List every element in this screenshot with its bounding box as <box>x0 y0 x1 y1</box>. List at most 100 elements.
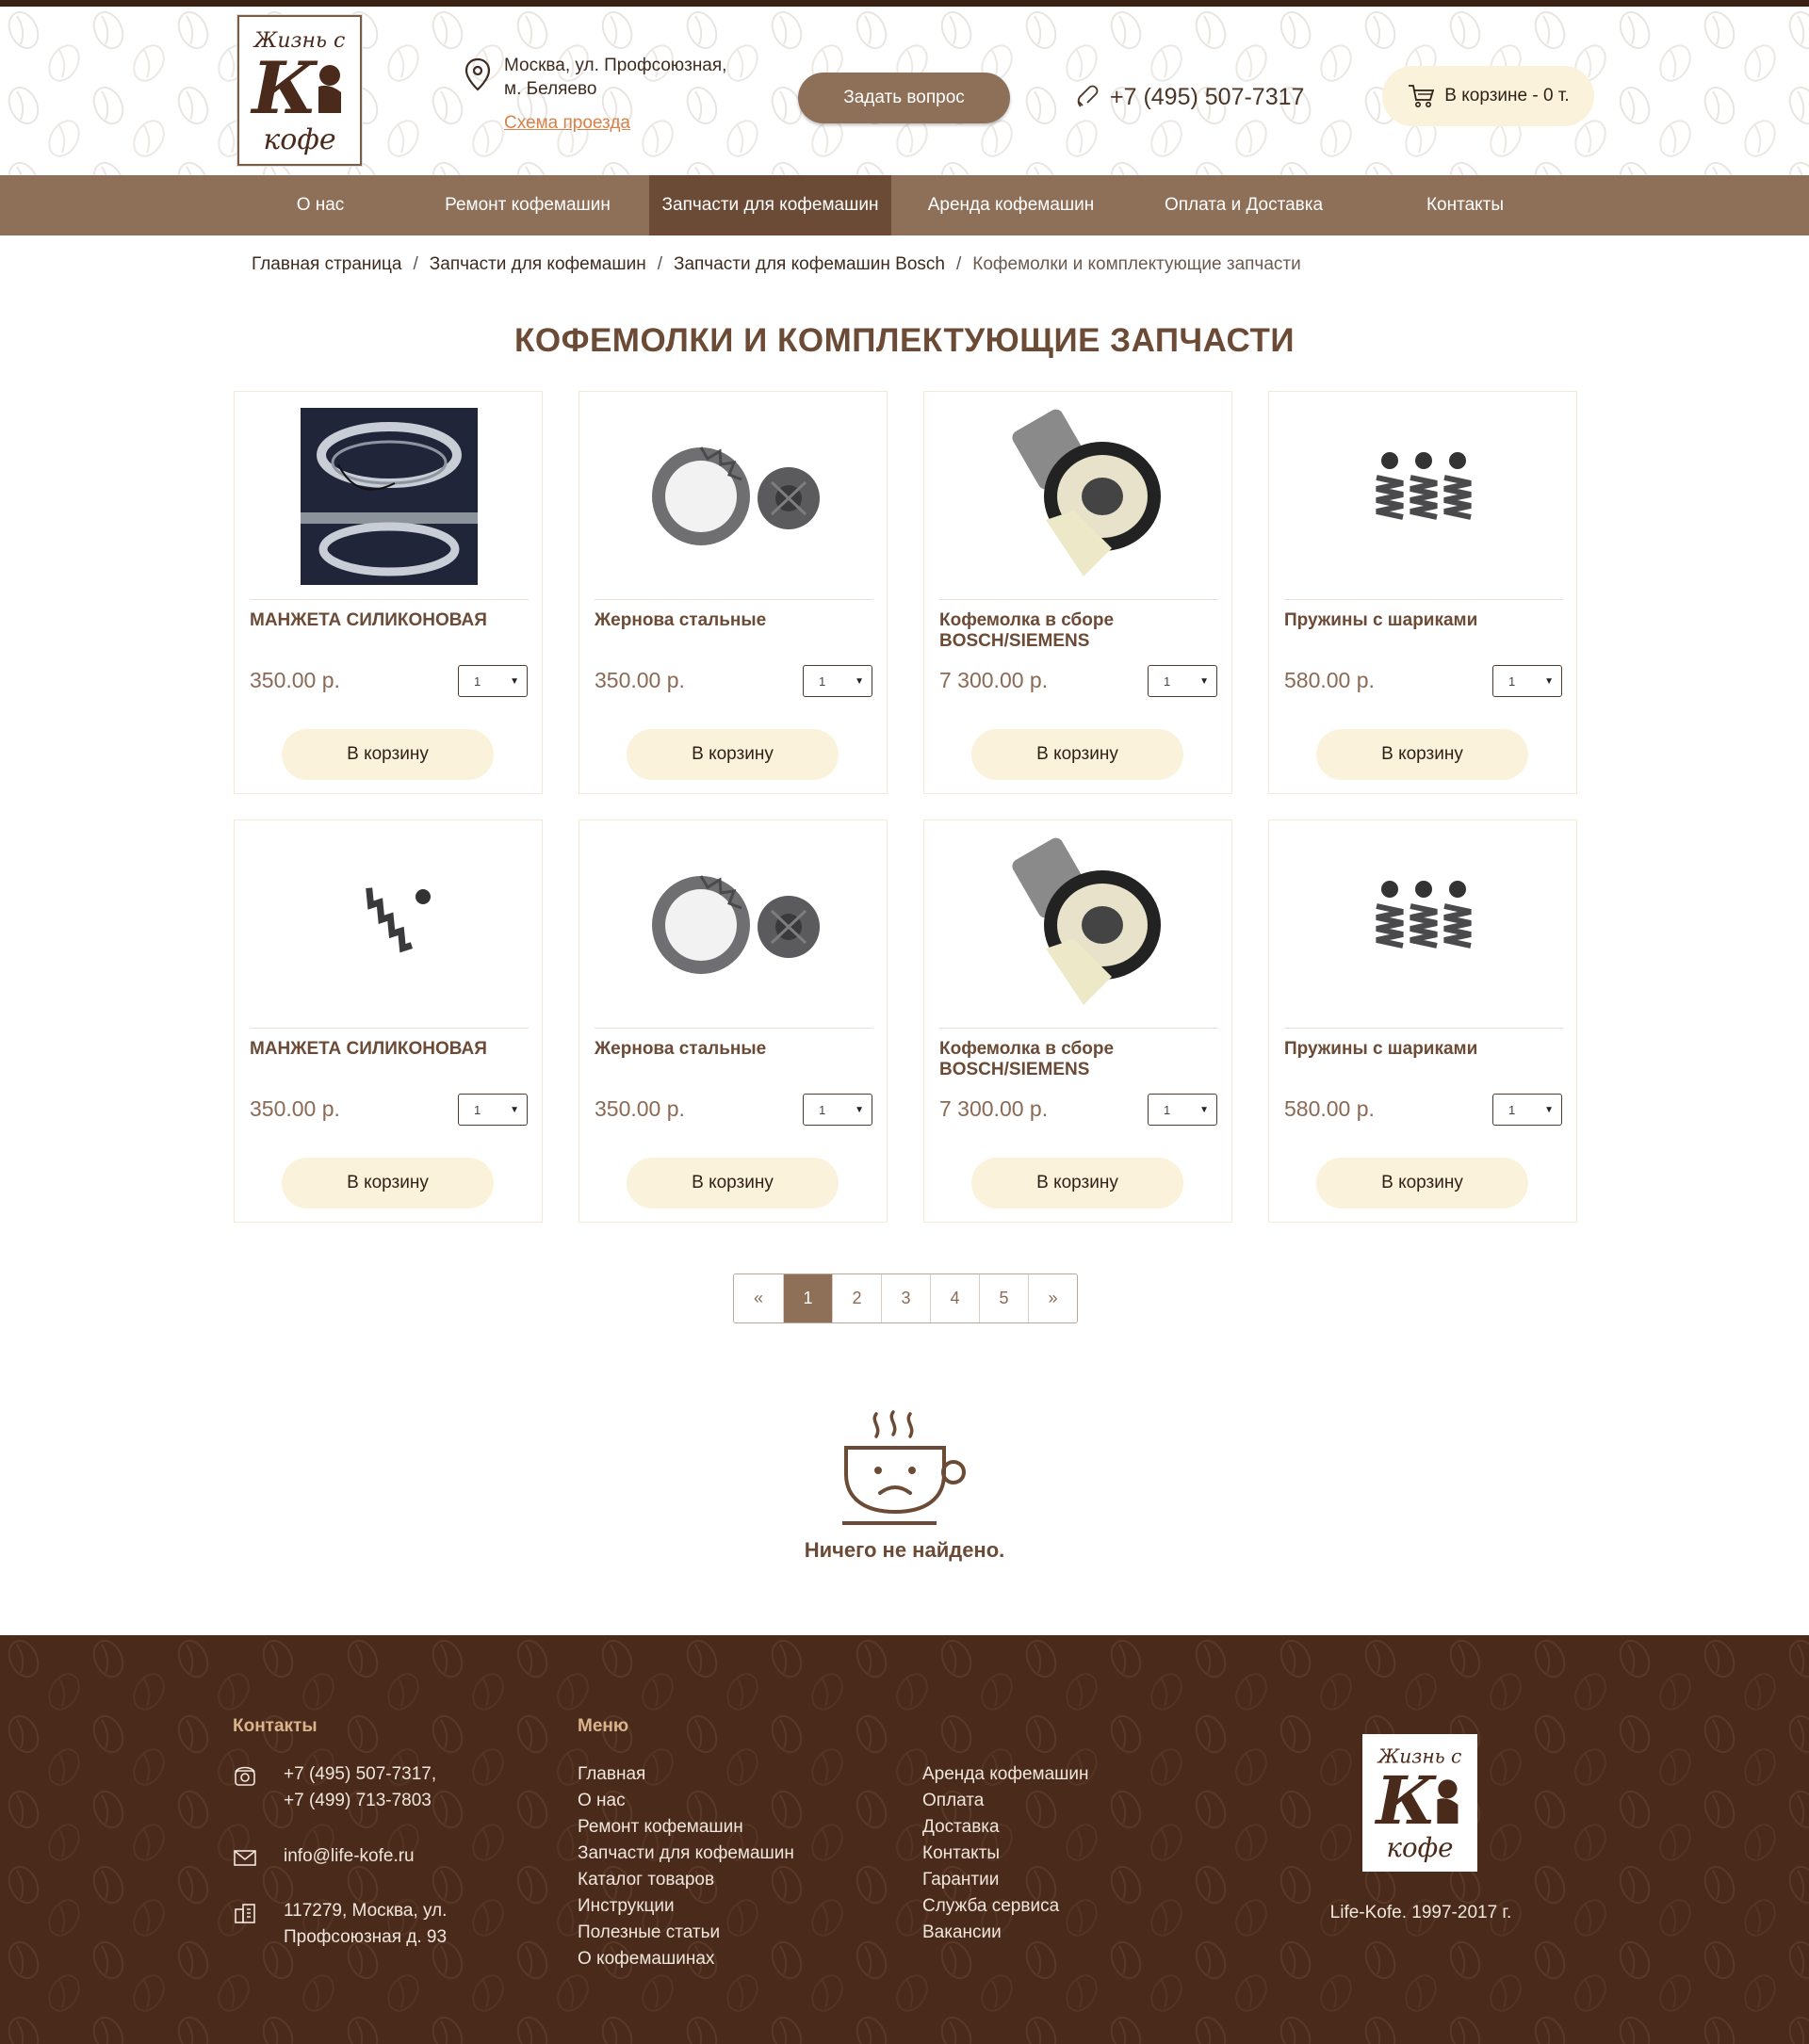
pagination-page-5[interactable]: 5 <box>979 1274 1028 1322</box>
add-to-cart-button[interactable]: В корзину <box>971 729 1183 780</box>
footer-link-service[interactable]: Служба сервиса <box>922 1893 1089 1920</box>
product-name[interactable]: Кофемолка в сборе BOSCH/SIEMENS <box>939 610 1218 652</box>
map-pin-icon <box>464 57 491 91</box>
quantity-select[interactable]: 1 ▼ <box>803 1094 872 1126</box>
quantity-value: 1 <box>1508 673 1516 689</box>
nav-item-rent[interactable]: Аренда кофемашин <box>920 175 1102 235</box>
footer-phone-2[interactable]: +7 (499) 713-7803 <box>284 1788 436 1814</box>
dropdown-arrow-icon: ▼ <box>1544 676 1554 687</box>
product-image[interactable] <box>1284 403 1563 590</box>
add-to-cart-button[interactable]: В корзину <box>282 1158 494 1209</box>
footer-logo[interactable]: Жизнь с К кофе <box>1362 1734 1477 1872</box>
quantity-select[interactable]: 1 ▼ <box>458 665 528 697</box>
ask-question-button[interactable]: Задать вопрос <box>798 73 1010 123</box>
svg-text:кофе: кофе <box>1387 1833 1454 1863</box>
footer-link-payment[interactable]: Оплата <box>922 1788 1089 1814</box>
breadcrumb-parts[interactable]: Запчасти для кофемашин <box>430 254 646 274</box>
dropdown-arrow-icon: ▼ <box>855 676 864 687</box>
quantity-select[interactable]: 1 ▼ <box>458 1094 528 1126</box>
spring-ball-photo <box>366 887 431 953</box>
quantity-select[interactable]: 1 ▼ <box>1492 1094 1562 1126</box>
breadcrumb-separator: / <box>955 254 962 274</box>
header-phone[interactable]: +7 (495) 507-7317 <box>1074 83 1304 111</box>
svg-text:К: К <box>250 46 318 130</box>
card-divider <box>939 1028 1218 1029</box>
footer-link-vacancies[interactable]: Вакансии <box>922 1920 1089 1946</box>
product-name[interactable]: Жернова стальные <box>595 1039 873 1060</box>
quantity-select[interactable]: 1 ▼ <box>1492 665 1562 697</box>
nav-item-parts[interactable]: Запчасти для кофемашин <box>649 175 891 235</box>
footer-phone-1[interactable]: +7 (495) 507-7317, <box>284 1761 436 1788</box>
product-name[interactable]: Кофемолка в сборе BOSCH/SIEMENS <box>939 1039 1218 1080</box>
pagination-prev[interactable]: « <box>734 1274 783 1322</box>
footer-menu-column-1: Главная О нас Ремонт кофемашин Запчасти … <box>578 1761 794 1972</box>
pagination-page-1[interactable]: 1 <box>783 1274 832 1322</box>
add-to-cart-button[interactable]: В корзину <box>971 1158 1183 1209</box>
footer-link-parts[interactable]: Запчасти для кофемашин <box>578 1841 794 1867</box>
product-price: 350.00 р. <box>250 1096 340 1121</box>
card-divider <box>250 1028 529 1029</box>
cart-summary-button[interactable]: В корзине - 0 т. <box>1382 66 1594 126</box>
nav-item-contacts[interactable]: Контакты <box>1404 175 1526 235</box>
add-to-cart-button[interactable]: В корзину <box>627 729 839 780</box>
footer-link-about-machines[interactable]: О кофемашинах <box>578 1946 794 1972</box>
footer-link-catalog[interactable]: Каталог товаров <box>578 1867 794 1893</box>
product-image[interactable] <box>939 403 1218 590</box>
nav-item-about[interactable]: О нас <box>254 175 386 235</box>
breadcrumb-home[interactable]: Главная страница <box>252 254 402 274</box>
product-price: 7 300.00 р. <box>939 668 1049 692</box>
footer-link-rent[interactable]: Аренда кофемашин <box>922 1761 1089 1788</box>
breadcrumb-current: Кофемолки и комплектующие запчасти <box>972 254 1301 274</box>
footer-address-line-2: Профсоюзная д. 93 <box>284 1927 448 1947</box>
add-to-cart-button[interactable]: В корзину <box>627 1158 839 1209</box>
dropdown-arrow-icon: ▼ <box>1199 676 1209 687</box>
product-price: 350.00 р. <box>595 668 685 692</box>
add-to-cart-button[interactable]: В корзину <box>1316 1158 1528 1209</box>
product-image[interactable] <box>1284 832 1563 1018</box>
product-image[interactable] <box>595 832 873 1018</box>
product-image[interactable] <box>939 832 1218 1018</box>
footer-link-repair[interactable]: Ремонт кофемашин <box>578 1814 794 1841</box>
quantity-select[interactable]: 1 ▼ <box>803 665 872 697</box>
add-to-cart-button[interactable]: В корзину <box>282 729 494 780</box>
breadcrumb-bosch-parts[interactable]: Запчасти для кофемашин Bosch <box>674 254 945 274</box>
product-name[interactable]: МАНЖЕТА СИЛИКОНОВАЯ <box>250 610 529 631</box>
product-image[interactable] <box>250 403 529 590</box>
product-image[interactable] <box>250 832 529 1018</box>
svg-text:К: К <box>1375 1762 1438 1840</box>
product-name[interactable]: МАНЖЕТА СИЛИКОНОВАЯ <box>250 1039 529 1060</box>
footer-email-link[interactable]: info@life-kofe.ru <box>284 1843 415 1870</box>
nav-item-repair[interactable]: Ремонт кофемашин <box>433 175 622 235</box>
product-image[interactable] <box>595 403 873 590</box>
route-map-link[interactable]: Схема проезда <box>504 113 630 134</box>
site-header: Жизнь с К кофе Москва, ул. Профсоюзная, … <box>0 7 1809 175</box>
quantity-select[interactable]: 1 ▼ <box>1148 1094 1217 1126</box>
nav-item-payment-delivery[interactable]: Оплата и Доставка <box>1149 175 1338 235</box>
quantity-value: 1 <box>819 1102 826 1117</box>
footer-link-warranty[interactable]: Гарантии <box>922 1867 1089 1893</box>
telephone-icon <box>235 1766 255 1786</box>
quantity-value: 1 <box>819 673 826 689</box>
product-price: 7 300.00 р. <box>939 1096 1049 1121</box>
footer-link-contacts[interactable]: Контакты <box>922 1841 1089 1867</box>
silicone-gasket-photo <box>301 408 478 585</box>
add-to-cart-button[interactable]: В корзину <box>1316 729 1528 780</box>
footer-link-instructions[interactable]: Инструкции <box>578 1893 794 1920</box>
dropdown-arrow-icon: ▼ <box>855 1105 864 1115</box>
product-name[interactable]: Пружины с шариками <box>1284 610 1563 631</box>
card-divider <box>1284 599 1563 600</box>
dropdown-arrow-icon: ▼ <box>1544 1105 1554 1115</box>
card-divider <box>939 599 1218 600</box>
pagination-page-3[interactable]: 3 <box>881 1274 930 1322</box>
footer-link-home[interactable]: Главная <box>578 1761 794 1788</box>
footer-link-about[interactable]: О нас <box>578 1788 794 1814</box>
product-name[interactable]: Пружины с шариками <box>1284 1039 1563 1060</box>
pagination-page-4[interactable]: 4 <box>930 1274 979 1322</box>
pagination-next[interactable]: » <box>1028 1274 1077 1322</box>
footer-link-delivery[interactable]: Доставка <box>922 1814 1089 1841</box>
pagination-page-2[interactable]: 2 <box>832 1274 881 1322</box>
footer-link-articles[interactable]: Полезные статьи <box>578 1920 794 1946</box>
site-logo[interactable]: Жизнь с К кофе <box>237 15 362 166</box>
quantity-select[interactable]: 1 ▼ <box>1148 665 1217 697</box>
product-name[interactable]: Жернова стальные <box>595 610 873 631</box>
